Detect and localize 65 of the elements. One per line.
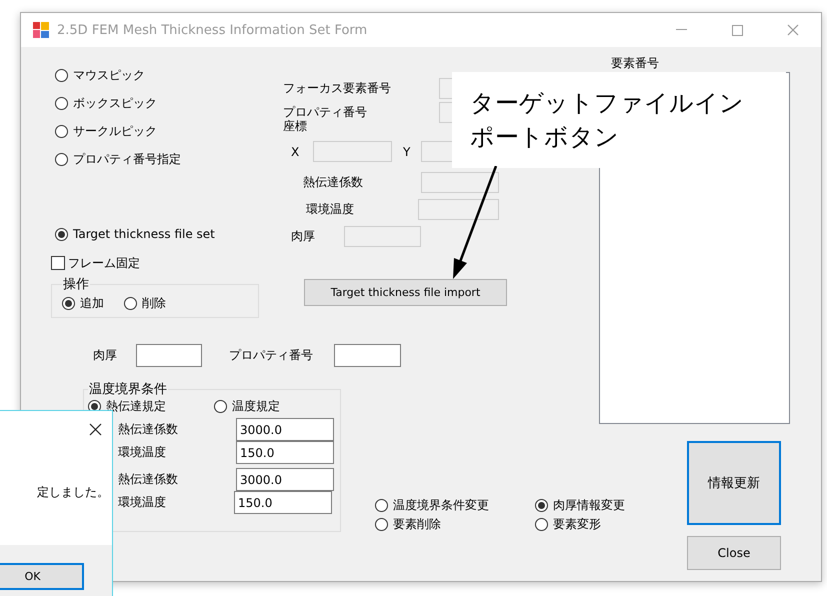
radio-label[interactable]: 追加: [80, 294, 104, 312]
update-button[interactable]: 情報更新: [687, 441, 781, 525]
radio-label[interactable]: 肉厚情報変更: [553, 496, 625, 514]
callout-tooltip: ターゲットファイルインポートボタン: [452, 72, 786, 168]
radio-label[interactable]: サークルピック: [73, 122, 157, 140]
field-label: 環境温度: [118, 444, 167, 461]
radio-button[interactable]: [62, 296, 75, 310]
radio-button[interactable]: [55, 68, 68, 82]
radio-button[interactable]: [535, 518, 548, 530]
radio-button[interactable]: [214, 400, 227, 412]
close-form-button[interactable]: Close: [687, 536, 781, 570]
checkbox[interactable]: [51, 256, 65, 270]
field-label: Y: [403, 144, 412, 158]
field-label: 熱伝達係数: [303, 174, 364, 191]
checkbox-label[interactable]: フレーム固定: [68, 254, 140, 272]
field-label: 熱伝達係数: [118, 471, 179, 488]
radio-button[interactable]: [55, 152, 68, 166]
radio-button[interactable]: [55, 228, 68, 240]
radio-button[interactable]: [124, 296, 137, 310]
window-title: 2.5D FEM Mesh Thickness Information Set Form: [57, 22, 368, 38]
field-label: 肉厚: [291, 228, 316, 245]
field-label: フォーカス要素番号: [283, 80, 392, 97]
radio-label[interactable]: 要素変形: [553, 516, 601, 532]
radio-label[interactable]: マウスピック: [73, 66, 145, 84]
close-icon: [787, 24, 799, 36]
radio-button[interactable]: [55, 124, 68, 138]
radio-button[interactable]: [375, 498, 388, 512]
radio-label[interactable]: 削除: [142, 294, 166, 312]
group-title: 操作: [62, 276, 90, 293]
field-label: 環境温度: [306, 201, 355, 218]
field-label: プロパティ番号: [229, 347, 314, 364]
radio-button[interactable]: [535, 498, 548, 512]
thickness-input[interactable]: [136, 344, 202, 367]
radio-label[interactable]: プロパティ番号指定: [73, 150, 181, 168]
radio-button[interactable]: [375, 518, 388, 530]
readonly-field[interactable]: [313, 141, 392, 162]
field-label: 環境温度: [118, 494, 167, 511]
field-label: 肉厚: [93, 347, 118, 364]
value-input[interactable]: 3000.0: [236, 418, 334, 441]
ok-button[interactable]: OK: [0, 563, 84, 590]
radio-label[interactable]: Target thickness file set: [73, 227, 215, 241]
readonly-field[interactable]: [421, 172, 499, 193]
field-label: X: [291, 144, 300, 158]
radio-label[interactable]: 温度規定: [232, 398, 280, 414]
app-icon: [33, 22, 49, 38]
readonly-field[interactable]: [344, 226, 421, 247]
radio-label[interactable]: 温度境界条件変更: [393, 496, 489, 514]
field-label: プロパティ番号: [283, 104, 368, 120]
maximize-icon: [732, 24, 742, 36]
radio-button[interactable]: [55, 96, 68, 110]
value-input[interactable]: 3000.0: [236, 468, 334, 491]
readonly-field[interactable]: [418, 199, 499, 220]
import-button[interactable]: Target thickness file import: [304, 279, 507, 306]
minimize-icon: [676, 29, 686, 31]
radio-label[interactable]: ボックスピック: [73, 94, 157, 112]
field-label: 座標: [283, 118, 307, 135]
list-header: 要素番号: [611, 55, 660, 72]
property-input[interactable]: [334, 344, 401, 367]
field-label: 熱伝達係数: [118, 421, 179, 438]
dialog-message: 定しました。: [37, 484, 109, 501]
group-title: 温度境界条件: [88, 381, 168, 398]
value-input[interactable]: 150.0: [236, 441, 334, 464]
close-icon[interactable]: [89, 423, 102, 436]
value-input[interactable]: 150.0: [234, 491, 332, 514]
radio-label[interactable]: 要素削除: [393, 516, 441, 532]
